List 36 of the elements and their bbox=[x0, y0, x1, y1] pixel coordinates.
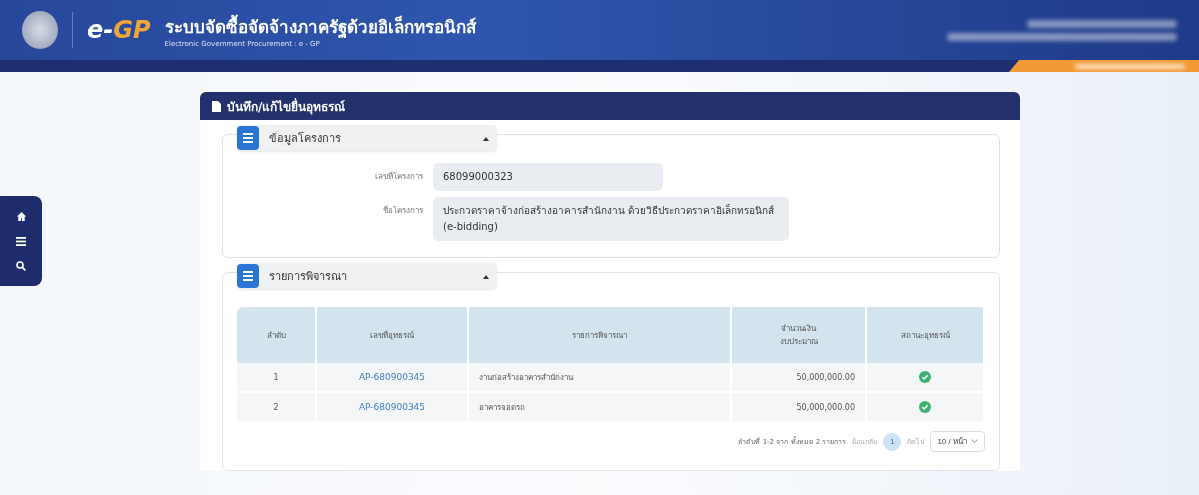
home-icon[interactable] bbox=[15, 211, 27, 222]
section-title: รายการพิจารณา bbox=[269, 269, 348, 285]
menu-icon[interactable] bbox=[16, 237, 26, 246]
field-label: เลขที่โครงการ bbox=[374, 170, 423, 183]
document-icon bbox=[212, 100, 221, 112]
page-size-select[interactable]: 10 / หน้า bbox=[930, 431, 985, 452]
table-cell: 2 bbox=[237, 393, 317, 423]
table-cell: 50,000,000.00 bbox=[732, 393, 867, 423]
page-button[interactable]: 1 bbox=[883, 432, 902, 451]
column-header: สถานะอุทธรณ์ bbox=[867, 307, 985, 363]
section-title: ข้อมูลโครงการ bbox=[269, 131, 342, 147]
search-icon[interactable] bbox=[16, 261, 26, 271]
textarea-field[interactable]: ประกวดราคาจ้างก่อสร้างอาคารสำนักงาน ด้วยวิธีประกวดราคาอิเล็กทรอนิกส์ (e-bidding) bbox=[433, 197, 789, 241]
list-icon bbox=[237, 264, 259, 288]
chevron-down-icon bbox=[971, 439, 978, 444]
panel-title: บันทึก/แก้ไขยื่นอุทธรณ์ bbox=[227, 97, 346, 116]
table-cell: 50,000,000.00 bbox=[732, 363, 867, 393]
site-title: ระบบจัดซื้อจัดจ้างภาครัฐด้วยอิเล็กทรอนิกส์ bbox=[164, 13, 476, 40]
table-cell: 1 bbox=[237, 363, 317, 393]
caret-up-icon bbox=[483, 136, 489, 141]
list-icon bbox=[237, 126, 259, 150]
logo: e-GP bbox=[87, 16, 151, 44]
column-header: รายการพิจารณา bbox=[469, 307, 732, 363]
column-header: ลำดับ bbox=[237, 307, 317, 363]
input-field[interactable]: 68099000323 bbox=[433, 163, 663, 191]
table-cell: งานก่อสร้างอาคารสำนักงาน bbox=[469, 363, 732, 393]
appeal-link[interactable]: AP-680900345 bbox=[358, 402, 426, 412]
column-header: เลขที่อุทธรณ์ bbox=[317, 307, 469, 363]
table-cell: อาคารจอดรถ bbox=[469, 393, 732, 423]
appeal-link[interactable]: AP-680900345 bbox=[358, 372, 426, 382]
emblem-icon bbox=[22, 11, 58, 49]
field-label: ชื่อโครงการ bbox=[382, 204, 423, 217]
check-circle-icon bbox=[919, 401, 931, 413]
check-circle-icon bbox=[919, 371, 931, 383]
caret-up-icon bbox=[483, 274, 489, 279]
column-header: จำนวนเงิน งบประมาณ bbox=[732, 307, 867, 363]
